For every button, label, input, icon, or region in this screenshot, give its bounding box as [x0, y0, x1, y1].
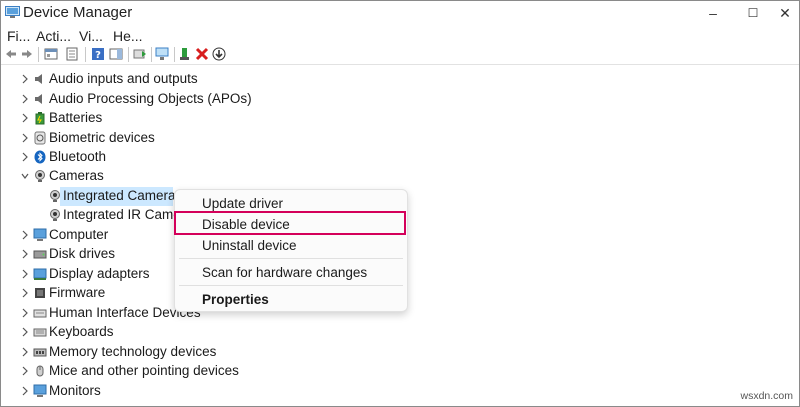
menu-item-scan-hardware[interactable]: Scan for hardware changes: [202, 265, 367, 280]
menu-separator: [179, 258, 403, 259]
toolbar-separator: [85, 47, 86, 62]
tree-item-keyboards[interactable]: Keyboards: [1, 323, 799, 342]
tree-item-cameras[interactable]: Cameras: [1, 167, 799, 186]
mouse-icon: [36, 365, 44, 377]
tree-item-label: Batteries: [49, 110, 103, 125]
update-driver-icon[interactable]: [133, 47, 147, 61]
help-icon[interactable]: ?: [91, 47, 105, 61]
toolbar-separator: [174, 47, 175, 62]
watermark: wsxdn.com: [740, 390, 793, 402]
tree-item-label: Monitors: [49, 383, 101, 398]
tree-item-label: Display adapters: [49, 266, 150, 281]
minimize-button[interactable]: –: [703, 4, 723, 22]
speaker-icon: [35, 74, 42, 84]
toolbar-separator: [128, 47, 129, 62]
tree-item-label: Memory technology devices: [49, 344, 217, 359]
action-pane-icon[interactable]: [109, 47, 123, 61]
tree-item-monitors[interactable]: Monitors: [1, 382, 799, 401]
tree-item-biometric[interactable]: Biometric devices: [1, 129, 799, 148]
menu-item-properties[interactable]: Properties: [202, 292, 269, 307]
monitor-icon: [33, 384, 47, 397]
tree-item-label: Firmware: [49, 285, 106, 300]
maximize-button[interactable]: ☐: [743, 4, 763, 22]
tree-item-label: Biometric devices: [49, 130, 155, 145]
tree-item-label: Keyboards: [49, 324, 114, 339]
show-hide-console-icon[interactable]: [44, 47, 58, 61]
menu-bar: Fi... Acti... Vi... He...: [1, 26, 799, 46]
svg-text:?: ?: [95, 50, 101, 61]
close-button[interactable]: ✕: [775, 4, 795, 22]
fingerprint-icon: [34, 131, 46, 145]
webcam-icon: [50, 190, 60, 202]
bluetooth-icon: [34, 150, 46, 164]
chevron-right-icon[interactable]: [20, 346, 30, 358]
tree-item-audio-processing[interactable]: Audio Processing Objects (APOs): [1, 90, 799, 109]
camera-icon: [35, 170, 45, 182]
properties-sheet-icon[interactable]: [65, 47, 79, 61]
display-adapter-icon: [33, 268, 47, 280]
hid-icon: [33, 309, 47, 318]
chevron-right-icon[interactable]: [20, 73, 30, 85]
speaker-icon: [35, 94, 42, 104]
tree-item-label: Bluetooth: [49, 149, 107, 164]
webcam-icon: [50, 209, 60, 221]
device-manager-window: Device Manager – ☐ ✕ Fi... Acti... Vi...…: [0, 0, 800, 407]
disk-icon: [33, 250, 47, 259]
toolbar: ?: [1, 46, 799, 64]
menu-action[interactable]: Acti...: [36, 28, 71, 44]
menu-file[interactable]: Fi...: [7, 28, 30, 44]
tree-item-batteries[interactable]: Batteries: [1, 109, 799, 128]
chevron-right-icon[interactable]: [20, 385, 30, 397]
device-manager-app-icon: [5, 6, 20, 18]
chevron-right-icon[interactable]: [20, 132, 30, 144]
disable-download-icon[interactable]: [212, 47, 226, 61]
menu-help[interactable]: He...: [113, 28, 143, 44]
chevron-right-icon[interactable]: [20, 112, 30, 124]
tree-item-label: Audio inputs and outputs: [49, 71, 198, 86]
menu-item-uninstall-device[interactable]: Uninstall device: [202, 238, 297, 253]
menu-item-update-driver[interactable]: Update driver: [202, 196, 283, 211]
enable-device-icon[interactable]: [178, 47, 192, 61]
tree-item-memory[interactable]: Memory technology devices: [1, 343, 799, 362]
menu-separator: [179, 285, 403, 286]
uninstall-red-x-icon[interactable]: [195, 47, 209, 61]
chevron-right-icon[interactable]: [20, 93, 30, 105]
battery-icon: [35, 112, 45, 125]
tree-item-label: Integrated Camera: [63, 188, 176, 203]
keyboard-icon: [33, 328, 47, 337]
chip-icon: [35, 288, 45, 298]
toolbar-separator: [151, 47, 152, 62]
chevron-right-icon[interactable]: [20, 326, 30, 338]
tree-item-audio-inputs[interactable]: Audio inputs and outputs: [1, 70, 799, 89]
tree-item-label: Audio Processing Objects (APOs): [49, 91, 252, 106]
tree-item-label: Integrated IR Came: [63, 207, 181, 222]
chevron-right-icon[interactable]: [20, 287, 30, 299]
tree-item-label: Mice and other pointing devices: [49, 363, 239, 378]
monitor-icon: [33, 228, 47, 241]
chevron-right-icon[interactable]: [20, 307, 30, 319]
window-title: Device Manager: [23, 4, 133, 21]
tree-item-label: Computer: [49, 227, 109, 242]
chevron-right-icon[interactable]: [20, 268, 30, 280]
menu-item-disable-device[interactable]: Disable device: [202, 217, 290, 232]
tree-item-label: Cameras: [49, 168, 104, 183]
memory-icon: [33, 348, 47, 357]
chevron-right-icon[interactable]: [20, 151, 30, 163]
chevron-right-icon[interactable]: [20, 229, 30, 241]
context-menu: Update driver Disable device Uninstall d…: [174, 189, 408, 312]
tree-item-bluetooth[interactable]: Bluetooth: [1, 148, 799, 167]
chevron-down-icon[interactable]: [20, 170, 30, 182]
title-bar: Device Manager – ☐ ✕: [1, 1, 799, 25]
forward-arrow-icon[interactable]: [20, 47, 34, 61]
tree-item-mice[interactable]: Mice and other pointing devices: [1, 362, 799, 381]
tree-item-label: Disk drives: [49, 246, 116, 261]
menu-view[interactable]: Vi...: [79, 28, 103, 44]
toolbar-separator: [38, 47, 39, 62]
chevron-right-icon[interactable]: [20, 365, 30, 377]
chevron-right-icon[interactable]: [20, 248, 30, 260]
scan-hardware-icon[interactable]: [155, 47, 169, 61]
back-arrow-icon[interactable]: [4, 47, 18, 61]
